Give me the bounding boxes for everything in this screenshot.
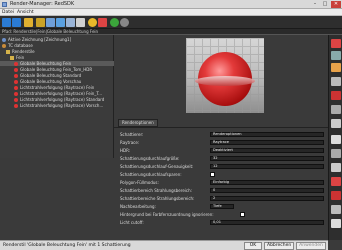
back-icon[interactable] [2,18,11,27]
folder-icon [10,55,14,60]
folder-up-icon[interactable] [24,18,33,27]
alert-icon[interactable] [331,177,341,186]
prop-strahlungsbereich-2: Schattierbereiche Strahlungsbereich: 2 [120,196,326,201]
tree-item-globale-beleuchtung-vorschau[interactable]: Globale Beleuchtung Vorschau [0,79,114,84]
sphere-icon [14,73,18,78]
delete-icon[interactable] [331,119,341,128]
render-manager-window: Render-Manager: RedSDK – □ ✕ Datei Ansic… [0,0,342,250]
database-icon [2,43,6,48]
nachbearbeitung-select[interactable]: Tiefe [210,204,234,209]
window-title: Render-Manager: RedSDK [10,1,75,7]
forward-icon[interactable] [12,18,21,27]
sphere-icon [14,61,18,66]
schattierungsdurchlaufgroesse-input[interactable]: 32 [210,156,324,161]
licht-cutoff-input[interactable]: 0,01 [210,220,324,225]
new-folder-icon[interactable] [36,18,45,27]
tree-item-active-drawing[interactable]: Aktive Zeichnung [Zeichnung1] [0,37,114,42]
ok-button[interactable]: OK [244,242,262,250]
hintergrund-ignorieren-checkbox[interactable] [240,212,245,217]
raytrace-select[interactable]: Raytrace [210,140,324,145]
close-button[interactable]: ✕ [331,1,341,8]
search-icon[interactable] [66,18,75,27]
title-bar: Render-Manager: RedSDK – □ ✕ [0,0,342,9]
prop-polygon-fuellmodus: Polygon-Füllmodus: Einfarbig [120,180,326,185]
right-toolbar [328,35,342,240]
tree-item-globale-beleuchtung-fein-hdr[interactable]: Globale Beleuchtung Fein_Tom_HDR [0,67,114,72]
app-icon [2,2,7,7]
prop-raytrace: Raytrace: Raytrace [120,140,326,145]
schattierungsdurchlauf-genauigkeit-input[interactable]: 12 [210,164,324,169]
menu-datei[interactable]: Datei [2,10,14,15]
stop-icon[interactable] [120,18,129,27]
material-icon[interactable] [98,18,107,27]
prop-strahlungsbereich-1: Schattierbereich Strahlungsbereich: 0 [120,188,326,193]
light-icon[interactable] [331,63,341,72]
anwenden-button[interactable]: Anwenden [296,242,326,250]
sphere-icon [14,97,18,102]
tree-item-raytrace-standard[interactable]: Lichtstrahlverfolgung (Raytrace) Standar… [0,97,114,102]
sphere-icon [14,103,18,108]
export-icon[interactable] [331,205,341,214]
polygon-fuellmodus-select[interactable]: Einfarbig [210,180,324,185]
material-preview-image [186,38,264,113]
view-icon[interactable] [331,51,341,60]
path-text: Pfad: Renderstile|Fein|Globale Beleuchtu… [2,29,99,34]
prop-licht-cutoff: Licht cutoff: 0,01 [120,220,326,225]
status-text: Renderstil 'Globale Beleuchtung Fein' mi… [3,243,131,248]
folder-icon [6,49,10,54]
prop-schattierungsdurchlaufgroesse: Schattierungsdurchlaufgröße: 32 [120,156,326,161]
minimize-button[interactable]: – [310,1,320,8]
clear-icon[interactable] [331,219,341,228]
prop-schattierungsdurchlauf-genauigkeit: Schattierungsdurchlauf-Genauigkeit: 12 [120,164,326,169]
sphere-icon [14,79,18,84]
toolbar [0,16,342,29]
prop-nachbearbeitung: Nachbearbeitung: Tiefe [120,204,326,209]
tree-item-tc-database[interactable]: TC database [0,43,114,48]
prop-hdr: HDR: Deaktiviert [120,148,326,153]
remove-icon[interactable] [331,163,341,172]
record-icon[interactable] [331,191,341,200]
tree-item-globale-beleuchtung-standard[interactable]: Globale Beleuchtung Standard [0,73,114,78]
stop-render-icon[interactable] [331,91,341,100]
preview-panel [114,35,328,117]
copy-icon[interactable] [46,18,55,27]
tree-item-renderstile[interactable]: Renderstile [0,49,114,54]
sphere-band [195,76,255,86]
tab-renderoptionen[interactable]: Renderoptionen [118,119,158,127]
prop-schattierungsdurchlaufsparen: Schattierungsdurchlaufsparen: [120,172,326,177]
strahlungsbereich-2-input[interactable]: 2 [210,196,324,201]
tree-item-globale-beleuchtung-fein[interactable]: Globale Beleuchtung Fein [0,61,114,66]
menu-ansicht[interactable]: Ansicht [17,10,34,15]
drawing-icon [2,37,6,42]
paste-icon[interactable] [56,18,65,27]
sphere-icon [14,67,18,72]
properties-panel: Schattierer: Renderoptionen Raytrace: Ra… [114,127,328,239]
tree-panel: Aktive Zeichnung [Zeichnung1] TC databas… [0,35,114,158]
pointer-icon[interactable] [331,105,341,114]
play-icon[interactable] [110,18,119,27]
close-render-icon[interactable] [331,39,341,48]
menu-bar: Datei Ansicht [0,9,342,16]
cancel-icon[interactable] [331,135,341,144]
prop-schattierer: Schattierer: Renderoptionen [120,132,326,137]
pan-icon[interactable] [331,149,341,158]
sphere-icon [14,85,18,90]
strahlungsbereich-1-input[interactable]: 0 [210,188,324,193]
properties-icon[interactable] [76,18,85,27]
sun-icon[interactable] [88,18,97,27]
tree-item-raytrace-fein-t[interactable]: Lichtstrahlverfolgung (Raytrace) Fein_T.… [0,91,114,96]
prop-hintergrund-ignorieren: Hintergrund bei Farbfernzuordnung ignori… [120,212,326,217]
tab-bar: Renderoptionen [114,119,328,127]
maximize-button[interactable]: □ [320,1,330,8]
abbrechen-button[interactable]: Abbrechen [264,242,294,250]
schattierungsdurchlaufsparen-checkbox[interactable] [210,172,215,177]
status-bar: Renderstil 'Globale Beleuchtung Fein' mi… [0,240,328,250]
sphere-icon [14,91,18,96]
hdr-select[interactable]: Deaktiviert [210,148,324,153]
tree-item-raytrace-vorschau[interactable]: Lichtstrahlverfolgung (Raytrace) Vorsch.… [0,103,114,108]
settings-icon[interactable] [331,77,341,86]
tree-item-raytrace-fein[interactable]: Lichtstrahlverfolgung (Raytrace) Fein [0,85,114,90]
schattierer-select[interactable]: Renderoptionen [210,132,324,137]
tree-item-fein[interactable]: Fein [0,55,114,60]
